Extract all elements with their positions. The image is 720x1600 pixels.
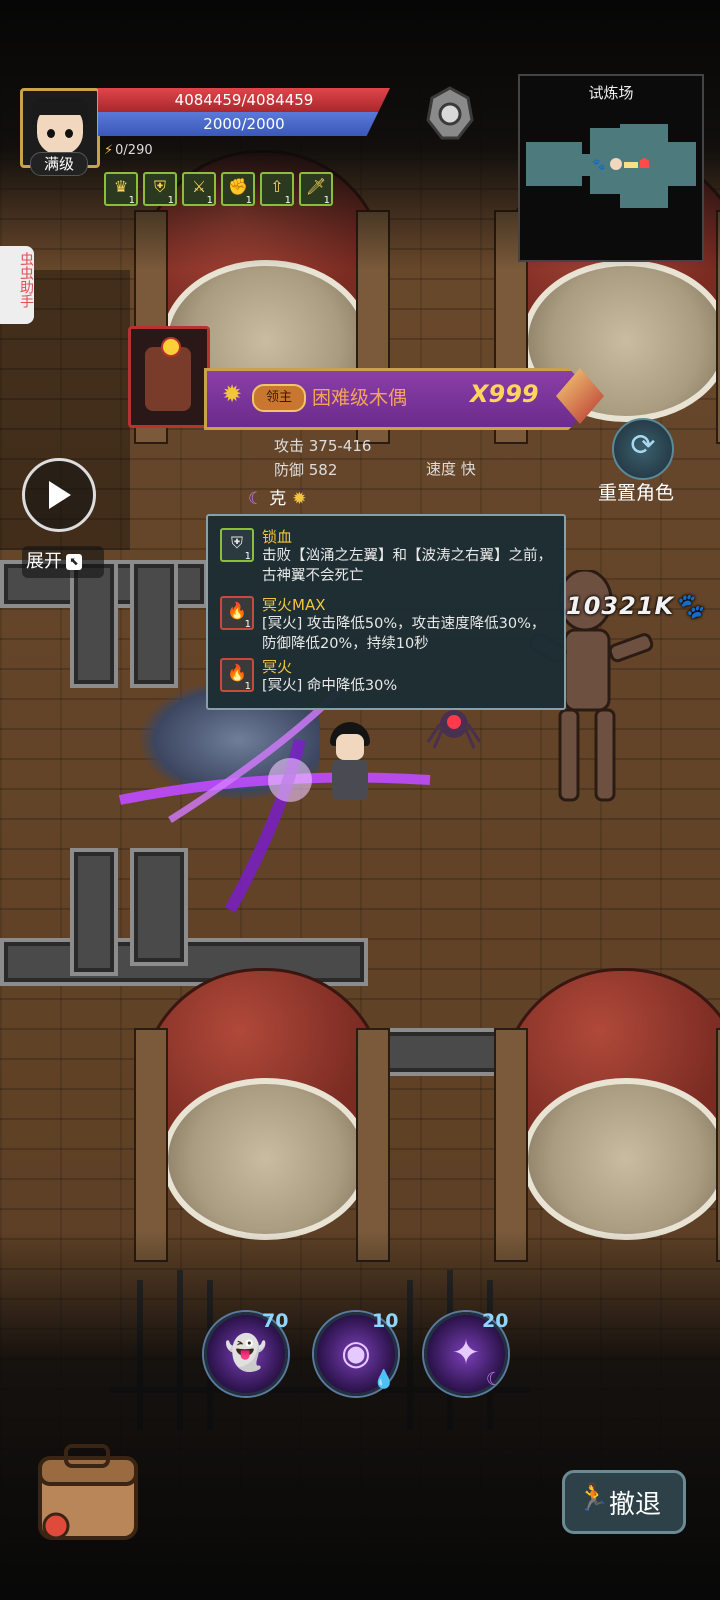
damage-value: 10321K bbox=[566, 592, 675, 620]
water-drop-icon: 💧 bbox=[372, 1369, 396, 1390]
ghost-summon-icon: 👻 bbox=[224, 1333, 268, 1373]
skill-cost: 20 bbox=[482, 1310, 509, 1332]
boss-speed: 速度 快 bbox=[426, 460, 476, 478]
tooltip-skill-desc: 击败【汹涌之左翼】和【波涛之右翼】之前，古神翼不会死亡 bbox=[262, 548, 552, 584]
boss-portrait bbox=[128, 326, 210, 428]
minimap-room bbox=[526, 142, 582, 186]
energy-counter: ⚡ 0/290 bbox=[104, 143, 153, 158]
hero-sprite bbox=[324, 722, 376, 808]
trophy-icon: ♛ bbox=[113, 177, 129, 196]
boss-name: 困难级木偶 bbox=[312, 387, 408, 409]
buff-level: 1 bbox=[323, 195, 330, 206]
buff-slot[interactable]: ⛨ 1 bbox=[143, 172, 177, 206]
player-level-badge: 满级 bbox=[30, 152, 88, 176]
sun-element-icon: ✹ bbox=[292, 489, 307, 509]
retreat-label: 撤退 bbox=[609, 1490, 662, 1520]
minimap-paw-icon: 🐾 bbox=[592, 158, 606, 171]
play-button[interactable] bbox=[22, 458, 96, 532]
expand-button[interactable]: 展开 ⬉ bbox=[22, 546, 104, 578]
buff-slot[interactable]: ⚔ 1 bbox=[182, 172, 216, 206]
skill-level: 1 bbox=[244, 551, 251, 562]
expand-label: 展开 bbox=[26, 551, 62, 572]
paw-icon: 🐾 bbox=[674, 592, 705, 620]
shield-badge-icon: ⛨ bbox=[153, 177, 166, 196]
buff-slot[interactable]: ♛ 1 bbox=[104, 172, 138, 206]
war-drum bbox=[134, 968, 390, 1268]
skill-cost: 70 bbox=[262, 1310, 289, 1332]
moon-icon: ☾ bbox=[485, 1369, 503, 1390]
moon-element-icon: ☾ bbox=[248, 489, 264, 509]
buff-slot[interactable]: 🗡 1 bbox=[299, 172, 333, 206]
element-counter-row: ☾ 克 ✹ bbox=[248, 484, 307, 509]
minimap-player-marker bbox=[610, 158, 622, 170]
damage-number: 10321K🐾 bbox=[566, 592, 705, 620]
minimap[interactable]: 试炼场 🐾 ☗ bbox=[518, 74, 704, 262]
boss-defense: 防御 582 bbox=[274, 461, 338, 479]
tooltip-skill-desc: [冥火] 攻击降低50%，攻击速度降低30%，防御降低20%，持续10秒 bbox=[262, 616, 546, 652]
reset-character-button[interactable]: ⟳ bbox=[612, 418, 674, 480]
boss-attack: 攻击 375-416 bbox=[274, 437, 372, 455]
play-icon bbox=[49, 481, 71, 509]
boss-stats: 攻击 375-416 防御 582 bbox=[274, 434, 371, 482]
buff-level: 1 bbox=[167, 195, 174, 206]
tooltip-skill-title: 锁血 bbox=[262, 528, 293, 546]
tooltip-skill-desc: [冥火] 命中降低30% bbox=[262, 678, 398, 694]
tooltip-skill-title: 冥火 bbox=[262, 658, 293, 676]
shield-icon: ⛨ 1 bbox=[220, 528, 254, 562]
counter-label: 克 bbox=[269, 489, 287, 509]
war-drum bbox=[494, 968, 720, 1268]
boss-rank-badge: 领主 bbox=[252, 384, 306, 412]
sun-element-icon: ✹ bbox=[222, 380, 243, 408]
energy-value: 0/290 bbox=[115, 143, 153, 158]
minimap-title: 试炼场 bbox=[588, 84, 634, 102]
crossed-swords-icon: ⚔ bbox=[191, 177, 207, 196]
buff-slot[interactable]: ⇧ 1 bbox=[260, 172, 294, 206]
lightning-icon: ⚡ bbox=[104, 143, 114, 158]
dark-fire-icon: 🔥 1 bbox=[220, 596, 254, 630]
minimap-light-marker bbox=[624, 162, 638, 168]
tooltip-skill-title: 冥火MAX bbox=[262, 596, 326, 614]
expand-arrow-icon: ⬉ bbox=[66, 554, 82, 570]
boss-skill-tooltip: ⛨ 1 锁血 击败【汹涌之左翼】和【波涛之右翼】之前，古神翼不会死亡 🔥 1 冥火MAX [冥… bbox=[206, 514, 566, 710]
buff-level: 1 bbox=[284, 195, 291, 206]
buff-level: 1 bbox=[206, 195, 213, 206]
strength-arm-icon: ✊ bbox=[228, 177, 248, 196]
boss-count: X999 bbox=[470, 380, 539, 408]
skill-cost: 10 bbox=[372, 1310, 399, 1332]
backpack-icon[interactable] bbox=[26, 1440, 148, 1550]
rank-up-icon: ⇧ bbox=[270, 177, 284, 196]
reset-character-label[interactable]: 重置角色 bbox=[598, 478, 674, 505]
dark-fire-icon: 🔥 1 bbox=[220, 658, 254, 692]
minimap-boss-marker-icon: ☗ bbox=[638, 156, 651, 172]
mp-bar: 2000/2000 bbox=[98, 112, 379, 136]
helper-side-tab[interactable]: 虫虫助手 bbox=[0, 246, 34, 324]
hp-bar: 4084459/4084459 bbox=[98, 88, 390, 112]
sword-icon: 🗡 bbox=[305, 177, 327, 196]
retreat-button[interactable]: 🏃 撤退 bbox=[562, 1470, 686, 1534]
skill-level: 1 bbox=[244, 619, 251, 630]
buff-slot[interactable]: ✊ 1 bbox=[221, 172, 255, 206]
skill-level: 1 bbox=[244, 681, 251, 692]
running-figure-icon: 🏃 bbox=[577, 1483, 610, 1513]
boss-crest-icon[interactable] bbox=[424, 86, 476, 142]
buff-level: 1 bbox=[245, 195, 252, 206]
refresh-icon: ⟳ bbox=[630, 428, 656, 463]
minimap-room bbox=[660, 142, 696, 186]
buff-level: 1 bbox=[128, 195, 135, 206]
